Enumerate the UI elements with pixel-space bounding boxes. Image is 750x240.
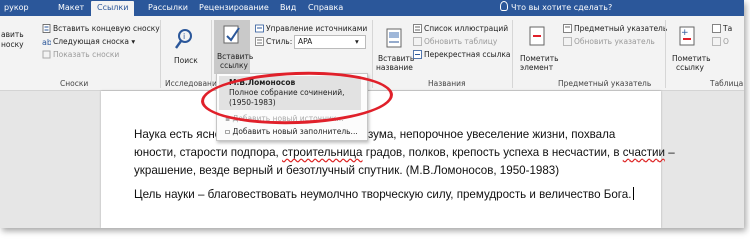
insert-index-button[interactable]: Предметный указатель xyxy=(574,24,667,33)
style-icon xyxy=(255,37,264,46)
add-placeholder-item[interactable]: ▫ Добавить новый заполнитель... xyxy=(225,127,358,137)
update-toa-button[interactable]: О xyxy=(723,37,729,46)
text-run: градов, полков, крепость успеха в несчас… xyxy=(362,146,623,159)
svg-text:ab: ab xyxy=(42,38,51,46)
group-divider xyxy=(211,20,212,88)
update-index-button[interactable]: Обновить указатель xyxy=(574,37,655,46)
paragraph-1-line-1-end: ение разума, непорочное увеселение жизни… xyxy=(326,128,616,141)
mark-citation-label-2[interactable]: ссылку xyxy=(676,63,704,72)
misspelled-word[interactable]: счастии xyxy=(623,146,665,159)
next-footnote-icon: ab xyxy=(42,38,51,46)
insert-citation-label-1: Вставить xyxy=(217,52,254,61)
style-select-value: APA xyxy=(298,37,313,46)
tell-me-box[interactable]: Что вы хотите сделать? xyxy=(500,1,612,15)
tell-me-text: Что вы хотите сделать? xyxy=(511,3,613,12)
mark-citation-label-1[interactable]: Пометить xyxy=(672,54,711,63)
paragraph-2: Цель науки – благовествовать неумолчно т… xyxy=(134,186,694,204)
insert-footnote-label-2[interactable]: носку xyxy=(1,40,24,49)
cross-reference-button[interactable]: Перекрестная ссылка xyxy=(424,50,511,59)
insert-index-icon xyxy=(563,24,572,33)
mark-entry-label-1[interactable]: Пометить xyxy=(520,54,559,63)
add-placeholder-label: Добавить новый заполнитель... xyxy=(232,127,358,136)
chevron-down-icon: ▾ xyxy=(355,37,359,46)
search-button[interactable]: Поиск xyxy=(174,56,198,65)
insert-toa-icon xyxy=(712,24,721,33)
tab-view[interactable]: Вид xyxy=(280,1,296,16)
group-divider xyxy=(665,20,666,88)
endnote-icon xyxy=(42,24,51,33)
mark-entry-label-2[interactable]: элемент xyxy=(520,63,553,72)
next-footnote-label: Следующая сноска xyxy=(53,37,130,46)
list-of-figures-button[interactable]: Список иллюстраций xyxy=(424,24,508,33)
cross-reference-icon xyxy=(413,50,422,59)
tab-references[interactable]: Ссылки xyxy=(91,1,135,16)
manage-sources-icon xyxy=(255,24,264,33)
captions-group-label: Названия xyxy=(428,79,466,88)
group-divider xyxy=(372,20,373,88)
insert-caption-label-1[interactable]: Вставить xyxy=(378,54,414,63)
tab-mailings[interactable]: Рассылки xyxy=(148,1,188,16)
update-table-button[interactable]: Обновить таблицу xyxy=(424,37,497,46)
mark-entry-icon[interactable] xyxy=(528,26,546,48)
update-index-icon xyxy=(563,37,572,46)
insert-footnote-label-1[interactable]: авить xyxy=(1,30,24,39)
text-run: юности, старости подпора, xyxy=(134,146,282,159)
tab-review[interactable]: Рецензирование xyxy=(199,1,269,16)
search-icon[interactable]: i xyxy=(174,28,194,50)
manage-sources-button[interactable]: Управление источниками xyxy=(266,24,367,33)
show-notes-icon xyxy=(42,50,51,59)
svg-text:+: + xyxy=(681,28,689,38)
paragraph-1-line-3: украшение, везде верный и безотлучный сп… xyxy=(134,164,560,177)
tab-help[interactable]: Справка xyxy=(308,1,343,16)
update-toa-icon xyxy=(712,37,721,46)
group-divider xyxy=(512,20,513,88)
group-divider xyxy=(160,20,161,88)
update-table-icon xyxy=(413,37,422,46)
insert-toa-button[interactable]: Та xyxy=(723,24,732,33)
word-window: рукор Макет Ссылки Рассылки Рецензирован… xyxy=(0,0,744,228)
next-footnote-button[interactable]: Следующая сноска ▾ xyxy=(53,37,135,46)
svg-text:i: i xyxy=(183,32,185,41)
text-cursor xyxy=(633,187,635,200)
paragraph-1-line-2: юности, старости подпора, строительница … xyxy=(134,144,694,162)
insert-caption-icon[interactable] xyxy=(385,28,403,50)
insert-endnote-button[interactable]: Вставить концевую сноску xyxy=(53,24,160,33)
paragraph-2-text: Цель науки – благовествовать неумолчно т… xyxy=(134,188,632,201)
placeholder-icon: ▫ xyxy=(225,127,231,136)
index-group-label: Предметный указатель xyxy=(558,79,652,88)
paragraph-1-line-1-start: Наука есть ясно xyxy=(134,128,222,141)
insert-caption-label-2[interactable]: название xyxy=(376,63,413,72)
insert-citation-label-2: ссылку xyxy=(220,61,248,70)
list-of-figures-icon xyxy=(413,24,422,33)
footnotes-group-label: Сноски xyxy=(60,79,89,88)
misspelled-word[interactable]: строительница xyxy=(282,146,363,159)
ribbon-tab-bar: рукор Макет Ссылки Рассылки Рецензирован… xyxy=(0,0,744,16)
toa-group-label: Таблица xyxy=(710,79,744,88)
text-run: – xyxy=(664,146,675,159)
style-select[interactable]: APA ▾ xyxy=(294,35,366,49)
mark-citation-icon[interactable]: + xyxy=(678,26,696,48)
tab-designer[interactable]: рукор xyxy=(4,1,29,16)
tab-layout[interactable]: Макет xyxy=(58,1,84,16)
lightbulb-icon xyxy=(500,1,508,11)
show-notes-button[interactable]: Показать сноски xyxy=(53,50,119,59)
insert-citation-icon xyxy=(223,25,240,44)
style-label: Стиль: xyxy=(266,37,293,46)
